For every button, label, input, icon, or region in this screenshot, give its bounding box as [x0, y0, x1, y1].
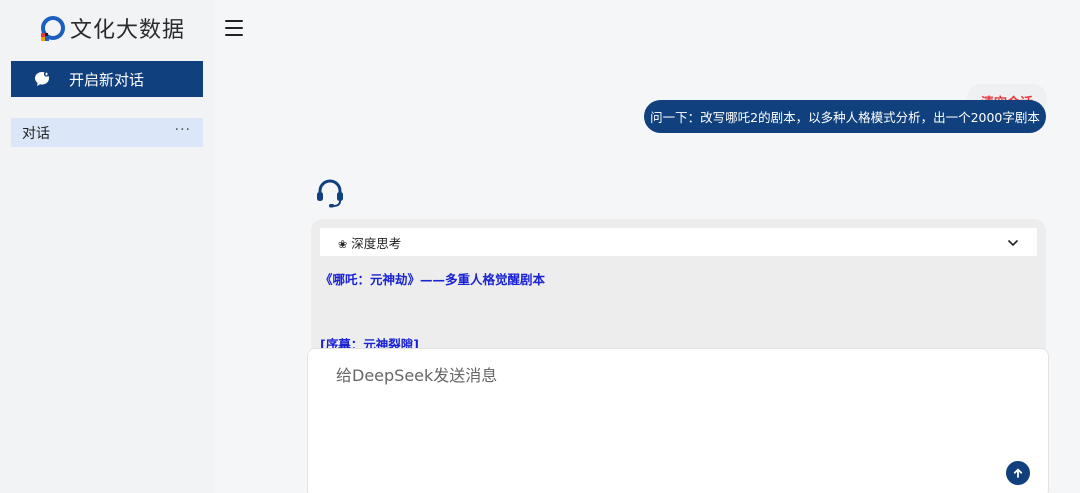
message-input[interactable] [308, 349, 1048, 449]
send-button[interactable] [1006, 461, 1030, 485]
brand-logo[interactable]: 文化大数据 [38, 12, 185, 44]
brand-name: 文化大数据 [70, 18, 186, 43]
flower-icon: ❀ [338, 237, 348, 251]
new-chat-label: 开启新对话 [69, 70, 145, 89]
deep-think-toggle[interactable]: ❀ 深度思考 [320, 228, 1037, 256]
sidebar: 文化大数据 开启新对话 对话 ··· [0, 0, 214, 493]
deep-think-label-group: ❀ 深度思考 [338, 233, 401, 252]
arrow-up-icon [1012, 464, 1024, 483]
chat-bubble-icon [33, 70, 51, 88]
headset-icon [314, 177, 346, 209]
user-message-bubble: 问一下：改写哪吒2的剧本，以多种人格模式分析，出一个2000字剧本 [644, 100, 1046, 133]
message-composer [307, 348, 1049, 493]
hamburger-icon[interactable] [225, 20, 243, 36]
chevron-down-icon[interactable] [1007, 235, 1019, 250]
answer-title: 《哪吒：元神劫》——多重人格觉醒剧本 [320, 272, 546, 287]
deep-think-label: 深度思考 [351, 235, 402, 251]
logo-mark-icon [38, 13, 68, 43]
assistant-answer-card: ❀ 深度思考 《哪吒：元神劫》——多重人格觉醒剧本 [序幕：元神裂隙] [311, 219, 1046, 359]
conversation-label: 对话 [22, 125, 50, 142]
conversation-item[interactable]: 对话 ··· [11, 118, 203, 147]
more-options-icon[interactable]: ··· [175, 122, 191, 144]
new-chat-button[interactable]: 开启新对话 [11, 61, 203, 97]
